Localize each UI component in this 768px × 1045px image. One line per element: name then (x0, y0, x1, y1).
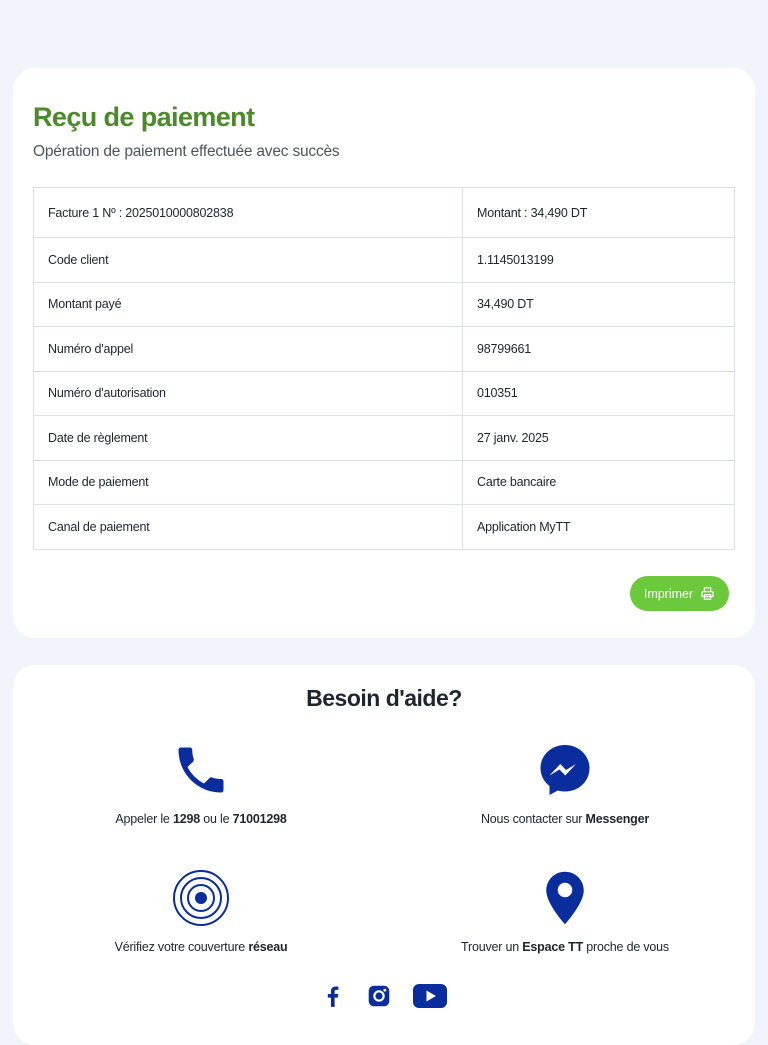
facebook-link[interactable] (320, 983, 346, 1009)
store-caption: Trouver un Espace TT proche de vous (461, 940, 669, 954)
messenger-contact-link[interactable]: Nous contacter sur Messenger (405, 740, 725, 826)
receipt-row-value: Carte bancaire (462, 459, 735, 505)
print-button[interactable]: Imprimer (630, 576, 729, 611)
receipt-row: Date de règlement 27 janv. 2025 (33, 415, 735, 461)
receipt-row: Numéro d'autorisation 010351 (33, 370, 735, 416)
receipt-row: Code client 1.1145013199 (33, 237, 735, 283)
receipt-row: Numéro d'appel 98799661 (33, 326, 735, 372)
help-card: Besoin d'aide? Appeler le 1298 ou le 710… (13, 665, 755, 1045)
receipt-card: Reçu de paiement Opération de paiement e… (13, 68, 755, 638)
phone-icon (178, 747, 224, 793)
receipt-row-label: Canal de paiement (33, 504, 463, 550)
receipt-row-value: 27 janv. 2025 (462, 415, 735, 461)
facebook-icon (327, 986, 339, 1007)
receipt-row-label: Facture 1 Nº : 2025010000802838 (33, 187, 463, 238)
call-caption: Appeler le 1298 ou le 71001298 (115, 812, 287, 826)
find-store-link[interactable]: Trouver un Espace TT proche de vous (405, 868, 725, 954)
receipt-row-label: Montant payé (33, 281, 463, 327)
receipt-row: Mode de paiement Carte bancaire (33, 459, 735, 505)
network-coverage-link[interactable]: Vérifiez votre couverture réseau (41, 868, 361, 954)
receipt-row-label: Numéro d'appel (33, 326, 463, 372)
receipt-row: Montant payé 34,490 DT (33, 281, 735, 327)
receipt-row: Canal de paiement Application MyTT (33, 504, 735, 550)
youtube-icon (413, 984, 447, 1008)
receipt-row-value: 010351 (462, 370, 735, 416)
youtube-link[interactable] (412, 983, 448, 1009)
receipt-row: Facture 1 Nº : 2025010000802838 Montant :… (33, 187, 735, 238)
receipt-table: Facture 1 Nº : 2025010000802838 Montant :… (33, 187, 735, 550)
help-title: Besoin d'aide? (306, 685, 462, 711)
messenger-caption: Nous contacter sur Messenger (480, 812, 650, 826)
call-number-short: 1298 (172, 812, 200, 826)
receipt-row-value: Application MyTT (462, 504, 735, 550)
instagram-link[interactable] (366, 983, 392, 1009)
receipt-row-label: Mode de paiement (33, 459, 463, 505)
location-pin-icon (546, 871, 584, 925)
instagram-icon (368, 985, 390, 1007)
receipt-row-label: Numéro d'autorisation (33, 370, 463, 416)
printer-icon (701, 587, 714, 600)
print-button-label: Imprimer (643, 586, 694, 601)
receipt-subtitle: Opération de paiement effectuée avec suc… (33, 143, 340, 160)
coverage-caption: Vérifiez votre couverture réseau (114, 940, 288, 954)
receipt-title: Reçu de paiement (33, 102, 255, 132)
network-coverage-icon (173, 870, 229, 926)
messenger-icon (540, 745, 590, 795)
social-links (13, 983, 755, 1009)
receipt-row-label: Date de règlement (33, 415, 463, 461)
call-support-link[interactable]: Appeler le 1298 ou le 71001298 (41, 740, 361, 826)
receipt-row-label: Code client (33, 237, 463, 283)
receipt-row-value: 1.1145013199 (462, 237, 735, 283)
receipt-row-value: Montant : 34,490 DT (462, 187, 735, 238)
receipt-row-value: 34,490 DT (462, 281, 735, 327)
call-number-long: 71001298 (232, 812, 287, 826)
receipt-row-value: 98799661 (462, 326, 735, 372)
